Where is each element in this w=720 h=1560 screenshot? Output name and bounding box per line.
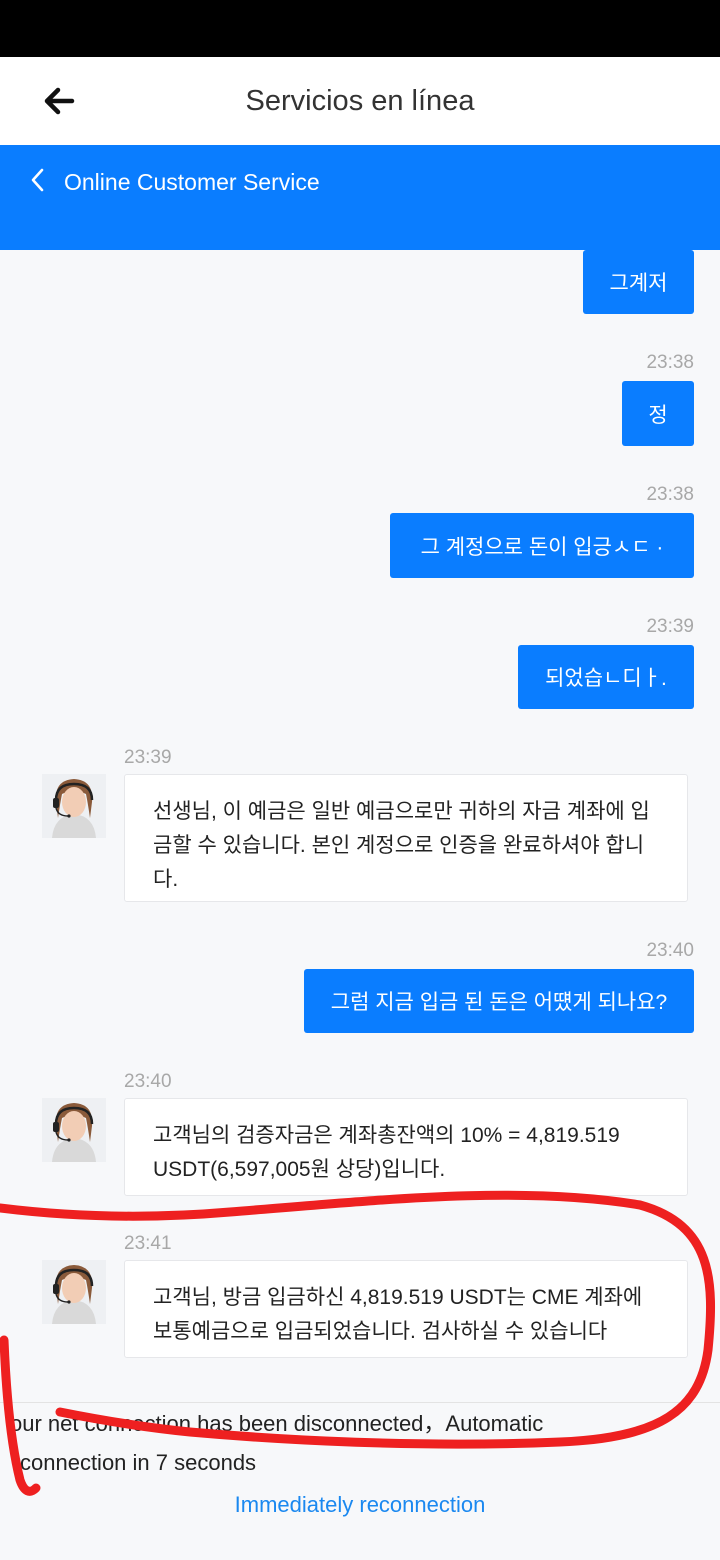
agent-avatar <box>42 1098 106 1162</box>
agent-avatar <box>42 774 106 838</box>
message-bubble-outgoing: 그계저 <box>583 250 694 314</box>
message-timestamp: 23:40 <box>646 940 694 961</box>
chevron-left-icon[interactable] <box>26 165 50 195</box>
page-title: Servicios en línea <box>245 85 475 117</box>
agent-avatar-icon <box>42 1260 106 1324</box>
chat-log[interactable]: 그계저 23:38 정 23:38 그 계정으로 돈이 입긍ㅅㄷ · 23:39… <box>0 250 720 1400</box>
message-bubble-incoming: 선생님, 이 예금은 일반 예금으로만 귀하의 자금 계좌에 입금할 수 있습니… <box>124 774 688 902</box>
message-timestamp: 23:41 <box>124 1233 172 1254</box>
status-bar <box>0 0 720 57</box>
divider <box>0 1402 720 1403</box>
network-status-line2: connection in 7 seconds <box>20 1450 257 1475</box>
message-timestamp: 23:38 <box>646 484 694 505</box>
message-timestamp: 23:39 <box>646 616 694 637</box>
message-bubble-outgoing: 되었습ㄴ디ㅏ. <box>518 645 694 709</box>
message-bubble-incoming: 고객님, 방금 입금하신 4,819.519 USDT는 CME 계좌에 보통예… <box>124 1260 688 1358</box>
reconnect-link[interactable]: Immediately reconnection <box>0 1492 720 1518</box>
message-timestamp: 23:39 <box>124 747 172 768</box>
message-timestamp: 23:38 <box>646 352 694 373</box>
chat-title: Online Customer Service <box>64 169 320 195</box>
chat-header-bar: Online Customer Service <box>0 145 720 250</box>
agent-avatar <box>42 1260 106 1324</box>
message-bubble-incoming: 고객님의 검증자금은 계좌총잔액의 10% = 4,819.519 USDT(6… <box>124 1098 688 1196</box>
message-bubble-outgoing: 그 계정으로 돈이 입긍ㅅㄷ · <box>390 513 694 578</box>
message-bubble-outgoing: 정 <box>622 381 694 446</box>
app-header: Servicios en línea <box>0 57 720 145</box>
message-timestamp: 23:40 <box>124 1071 172 1092</box>
agent-avatar-icon <box>42 774 106 838</box>
agent-avatar-icon <box>42 1098 106 1162</box>
network-status-line1: our net connection has been disconnected… <box>10 1411 544 1436</box>
message-bubble-outgoing: 그럼 지금 입금 된 돈은 어떘게 되나요? <box>304 969 694 1033</box>
